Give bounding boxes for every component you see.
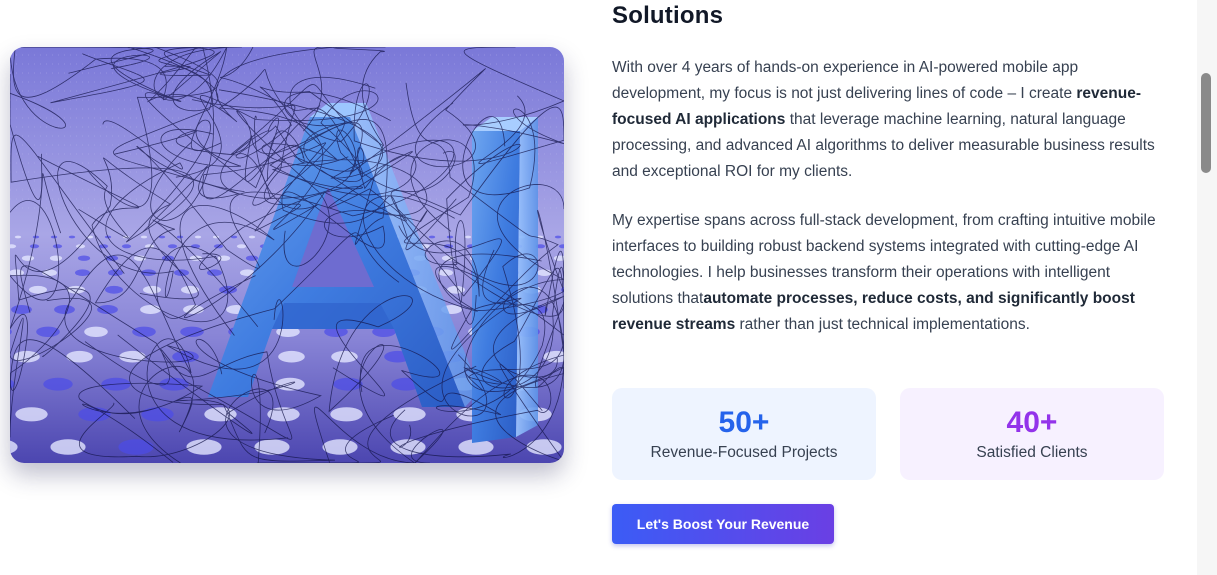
stat-label-clients: Satisfied Clients <box>976 444 1088 461</box>
ai-illustration <box>10 47 564 463</box>
intro-paragraph: With over 4 years of hands-on experience… <box>612 55 1168 185</box>
section-title: Solutions <box>612 2 724 29</box>
ai-hero-image <box>10 47 564 463</box>
scrollbar-thumb[interactable] <box>1201 73 1211 173</box>
stat-card-clients: 40+ Satisfied Clients <box>900 388 1164 480</box>
stat-value-clients: 40+ <box>1006 406 1058 439</box>
stat-card-projects: 50+ Revenue-Focused Projects <box>612 388 876 480</box>
boost-revenue-button[interactable]: Let's Boost Your Revenue <box>612 504 834 544</box>
expertise-paragraph: My expertise spans across full-stack dev… <box>612 208 1168 338</box>
body-text: With over 4 years of hands-on experience… <box>612 59 1079 102</box>
body-text: rather than just technical implementatio… <box>735 316 1030 333</box>
stat-label-projects: Revenue-Focused Projects <box>650 444 838 461</box>
stat-value-projects: 50+ <box>718 406 770 439</box>
